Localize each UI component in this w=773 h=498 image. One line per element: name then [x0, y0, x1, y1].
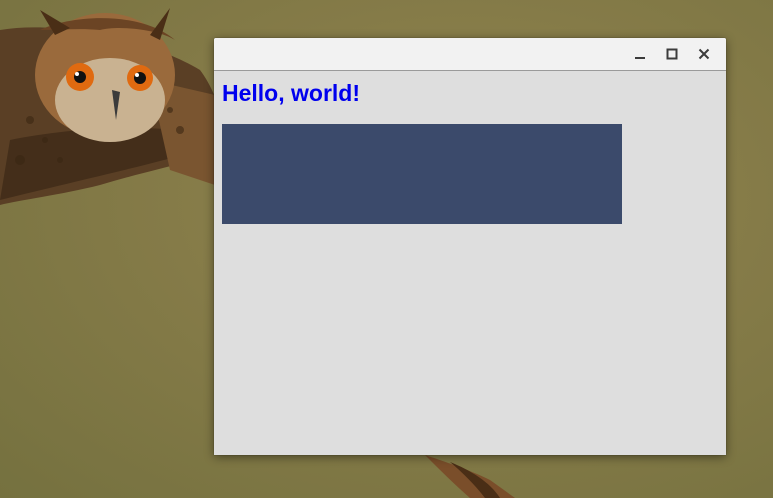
caption-buttons [624, 38, 720, 70]
window-content: Hello, world! [214, 71, 726, 233]
app-window: Hello, world! [214, 38, 726, 455]
close-button[interactable] [688, 38, 720, 70]
close-icon [698, 48, 710, 60]
window-titlebar[interactable] [214, 38, 726, 71]
page-heading: Hello, world! [222, 80, 360, 106]
minimize-icon [635, 57, 645, 59]
content-block [222, 124, 622, 224]
maximize-button[interactable] [656, 38, 688, 70]
maximize-icon [666, 48, 678, 60]
desktop: Hello, world! [0, 0, 773, 498]
minimize-button[interactable] [624, 38, 656, 70]
